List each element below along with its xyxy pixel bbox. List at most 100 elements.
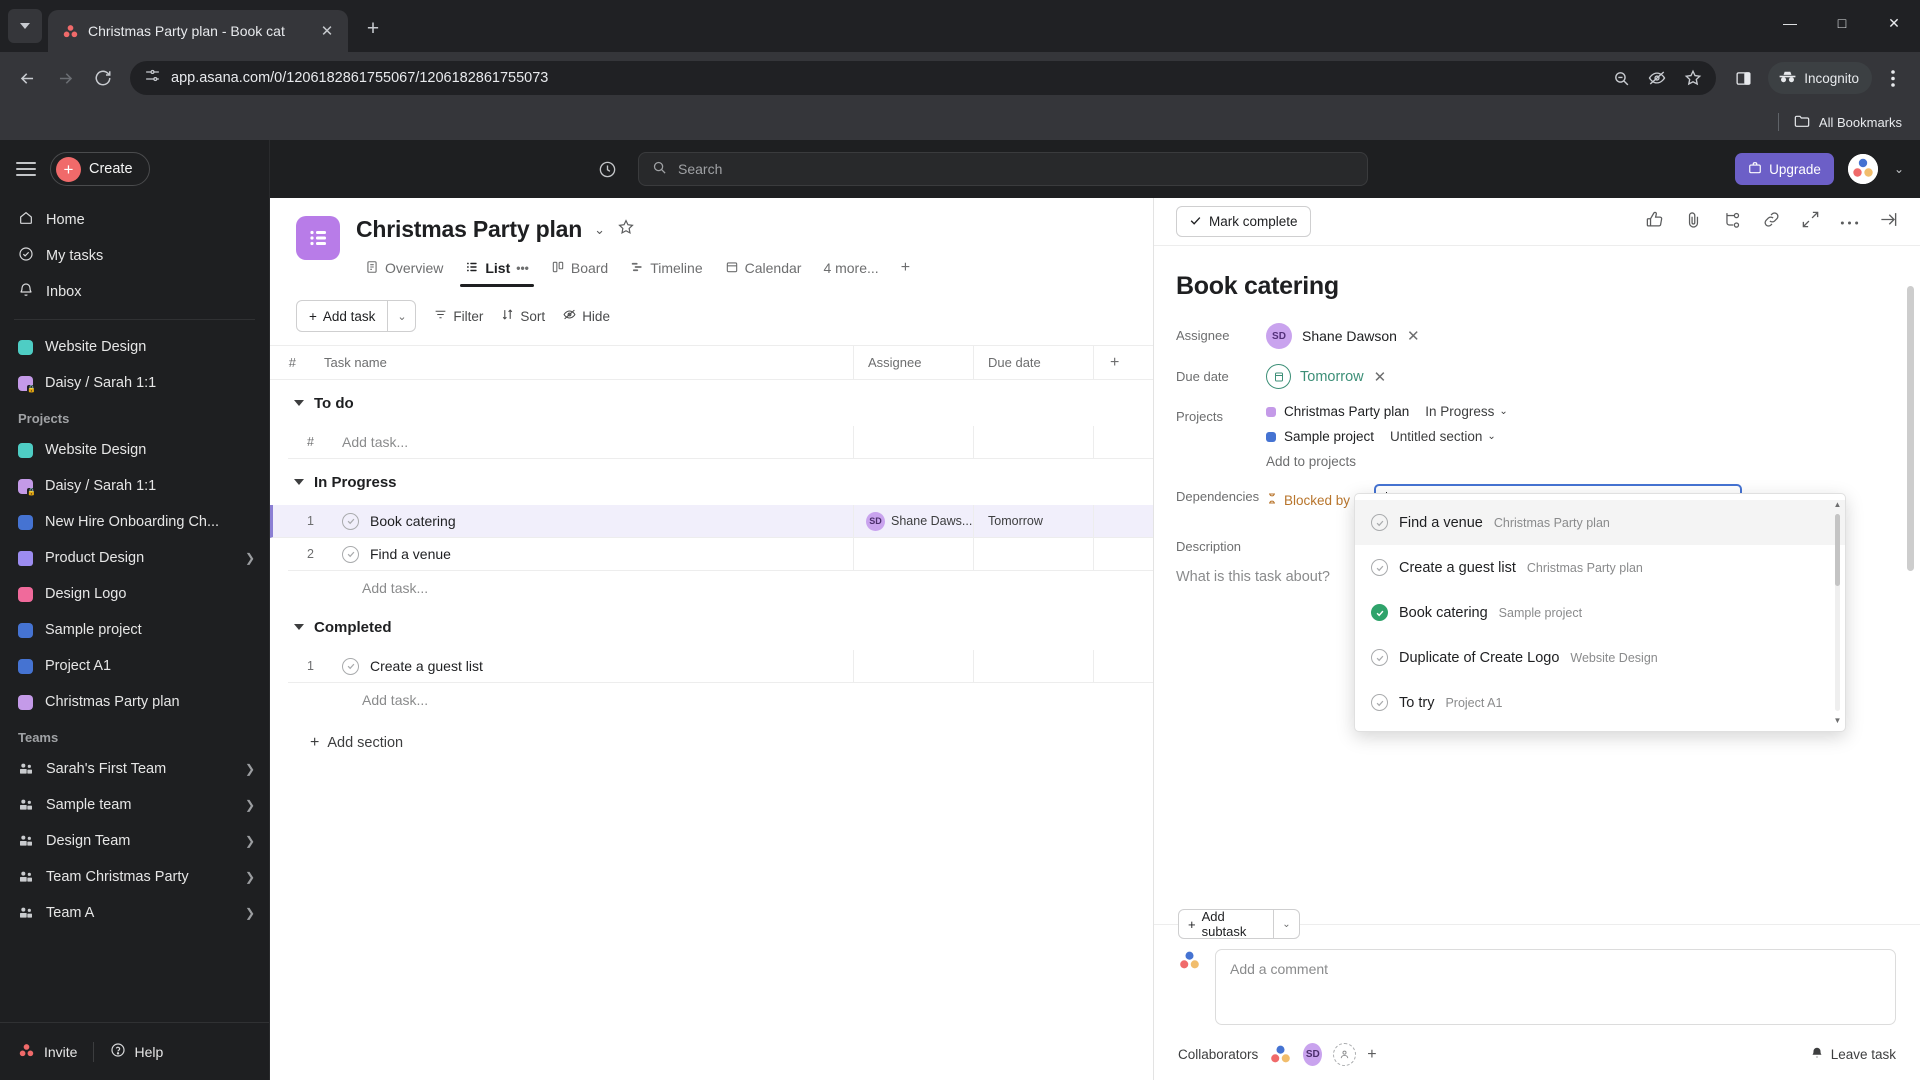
section-select[interactable]: Untitled section ⌄ xyxy=(1390,429,1496,444)
dropdown-item-find-a-venue[interactable]: Find a venue Christmas Party plan xyxy=(1355,500,1845,545)
scrollbar-thumb[interactable] xyxy=(1907,286,1914,571)
scroll-up-icon[interactable]: ▲ xyxy=(1833,500,1842,509)
sidebar-project-sample-project[interactable]: Sample project xyxy=(0,612,269,648)
add-task-row[interactable]: # Add task... xyxy=(288,426,1153,459)
assignee-cell[interactable] xyxy=(853,538,973,570)
due-date-value[interactable]: Tomorrow ✕ xyxy=(1266,364,1890,389)
browser-tab[interactable]: Christmas Party plan - Book cat ✕ xyxy=(48,10,348,52)
tab-search-button[interactable] xyxy=(8,9,42,43)
column-header-assignee[interactable]: Assignee xyxy=(853,346,973,379)
sidebar-favorite-website-design[interactable]: Website Design xyxy=(0,329,269,365)
chevron-right-icon[interactable]: ❯ xyxy=(245,762,255,776)
paperclip-icon[interactable] xyxy=(1684,210,1703,234)
dropdown-scrollbar[interactable]: ▲ ▼ xyxy=(1833,500,1842,725)
eye-off-icon[interactable] xyxy=(1640,61,1674,95)
more-options-icon[interactable]: ••• xyxy=(516,261,529,275)
due-cell[interactable] xyxy=(973,426,1093,458)
sidebar-project-design-logo[interactable]: Design Logo xyxy=(0,576,269,612)
due-cell[interactable]: Tomorrow xyxy=(973,505,1093,537)
upgrade-button[interactable]: Upgrade xyxy=(1735,153,1834,185)
sidebar-item-home[interactable]: Home xyxy=(0,202,269,238)
mark-complete-button[interactable]: Mark complete xyxy=(1176,206,1311,237)
dropdown-item-duplicate-of-create-logo[interactable]: Duplicate of Create Logo Website Design xyxy=(1355,635,1845,680)
sort-button[interactable]: Sort xyxy=(501,308,545,324)
hide-button[interactable]: Hide xyxy=(563,308,610,324)
star-icon[interactable] xyxy=(617,218,635,241)
add-section-button[interactable]: + Add section xyxy=(288,716,1153,752)
task-title[interactable]: Book catering xyxy=(1176,272,1890,301)
add-to-projects-button[interactable]: Add to projects xyxy=(1266,454,1890,469)
tab-board[interactable]: Board xyxy=(542,254,617,287)
table-row[interactable]: 1 Create a guest list xyxy=(288,650,1153,683)
project-chip[interactable]: Sample project Untitled section ⌄ xyxy=(1266,429,1890,444)
filter-button[interactable]: Filter xyxy=(434,308,483,324)
section-header-to-do[interactable]: To do xyxy=(288,380,1153,426)
avatar[interactable] xyxy=(1847,154,1878,184)
tab-timeline[interactable]: Timeline xyxy=(621,254,711,287)
sidebar-item-inbox[interactable]: Inbox xyxy=(0,274,269,310)
add-subtask-button[interactable]: + Add subtask xyxy=(1179,909,1273,939)
incognito-badge[interactable]: Incognito xyxy=(1768,62,1872,94)
assignee-value[interactable]: SD Shane Dawson ✕ xyxy=(1266,323,1890,349)
zoom-out-icon[interactable] xyxy=(1604,61,1638,95)
page-settings-icon[interactable] xyxy=(144,67,161,89)
scrollbar-thumb[interactable] xyxy=(1835,514,1840,586)
tab-list[interactable]: List ••• xyxy=(456,254,538,287)
create-button[interactable]: + Create xyxy=(50,152,150,186)
comment-input[interactable]: Add a comment xyxy=(1215,949,1896,1025)
add-task-row[interactable]: Add task... xyxy=(288,683,1153,716)
subtask-icon[interactable] xyxy=(1723,210,1742,234)
more-options-icon[interactable] xyxy=(1840,213,1859,231)
table-row[interactable]: 1 Book catering SD Shane Daws... Tomorro… xyxy=(270,505,1153,538)
table-row[interactable]: 2 Find a venue xyxy=(288,538,1153,571)
chevron-down-icon[interactable] xyxy=(294,479,304,485)
tab-overview[interactable]: Overview xyxy=(356,254,452,287)
thumbs-up-icon[interactable] xyxy=(1645,210,1664,234)
section-select[interactable]: In Progress ⌄ xyxy=(1425,404,1507,419)
avatar[interactable]: SD xyxy=(1303,1043,1323,1066)
task-name-cell[interactable]: Book catering xyxy=(322,512,853,530)
add-collaborator-button[interactable]: + xyxy=(1367,1046,1376,1064)
chevron-right-icon[interactable]: ❯ xyxy=(245,906,255,920)
chevron-right-icon[interactable]: ❯ xyxy=(245,798,255,812)
back-button[interactable] xyxy=(10,61,44,95)
add-task-button[interactable]: + Add task xyxy=(297,301,387,331)
remove-due-date-icon[interactable]: ✕ xyxy=(1374,368,1387,386)
add-task-dropdown-button[interactable]: ⌄ xyxy=(387,301,415,331)
side-panel-icon[interactable] xyxy=(1726,61,1760,95)
project-chip[interactable]: Christmas Party plan In Progress ⌄ xyxy=(1266,404,1890,419)
sidebar-item-my-tasks[interactable]: My tasks xyxy=(0,238,269,274)
sidebar-project-new-hire-onboarding[interactable]: New Hire Onboarding Ch... xyxy=(0,504,269,540)
sidebar-project-project-a1[interactable]: Project A1 xyxy=(0,648,269,684)
add-subtask-dropdown[interactable]: ⌄ xyxy=(1273,910,1299,938)
sidebar-project-website-design[interactable]: Website Design xyxy=(0,432,269,468)
dropdown-item-create-a-guest-list[interactable]: Create a guest list Christmas Party plan xyxy=(1355,545,1845,590)
complete-task-icon[interactable] xyxy=(342,545,359,563)
expand-icon[interactable] xyxy=(1801,210,1820,234)
sidebar-team-design-team[interactable]: Design Team ❯ xyxy=(0,823,269,859)
all-bookmarks-label[interactable]: All Bookmarks xyxy=(1819,115,1902,130)
assignee-cell[interactable] xyxy=(853,426,973,458)
sidebar-team-team-christmas-party[interactable]: Team Christmas Party ❯ xyxy=(0,859,269,895)
due-date-chip[interactable]: Tomorrow xyxy=(1266,364,1364,389)
chevron-down-icon[interactable] xyxy=(294,400,304,406)
sidebar-project-product-design[interactable]: Product Design ❯ xyxy=(0,540,269,576)
avatar-caret-icon[interactable]: ⌄ xyxy=(1894,162,1904,176)
due-cell[interactable] xyxy=(973,538,1093,570)
bookmark-star-icon[interactable] xyxy=(1676,61,1710,95)
minimize-button[interactable]: — xyxy=(1764,0,1816,46)
dropdown-item-to-try[interactable]: To try Project A1 xyxy=(1355,680,1845,725)
help-button[interactable]: Help xyxy=(110,1042,163,1061)
leave-task-button[interactable]: Leave task xyxy=(1810,1046,1896,1063)
assignee-cell[interactable] xyxy=(853,650,973,682)
section-header-completed[interactable]: Completed xyxy=(288,604,1153,650)
chevron-right-icon[interactable]: ❯ xyxy=(245,834,255,848)
chevron-right-icon[interactable]: ❯ xyxy=(245,551,255,565)
sidebar-favorite-daisy-sarah[interactable]: 🔒 Daisy / Sarah 1:1 xyxy=(0,365,269,401)
dropdown-item-book-catering[interactable]: Book catering Sample project xyxy=(1355,590,1845,635)
chevron-down-icon[interactable] xyxy=(294,624,304,630)
address-bar[interactable]: app.asana.com/0/1206182861755067/1206182… xyxy=(130,61,1717,95)
chevron-down-icon[interactable]: ⌄ xyxy=(594,222,605,238)
due-cell[interactable] xyxy=(973,650,1093,682)
chevron-right-icon[interactable]: ❯ xyxy=(245,870,255,884)
